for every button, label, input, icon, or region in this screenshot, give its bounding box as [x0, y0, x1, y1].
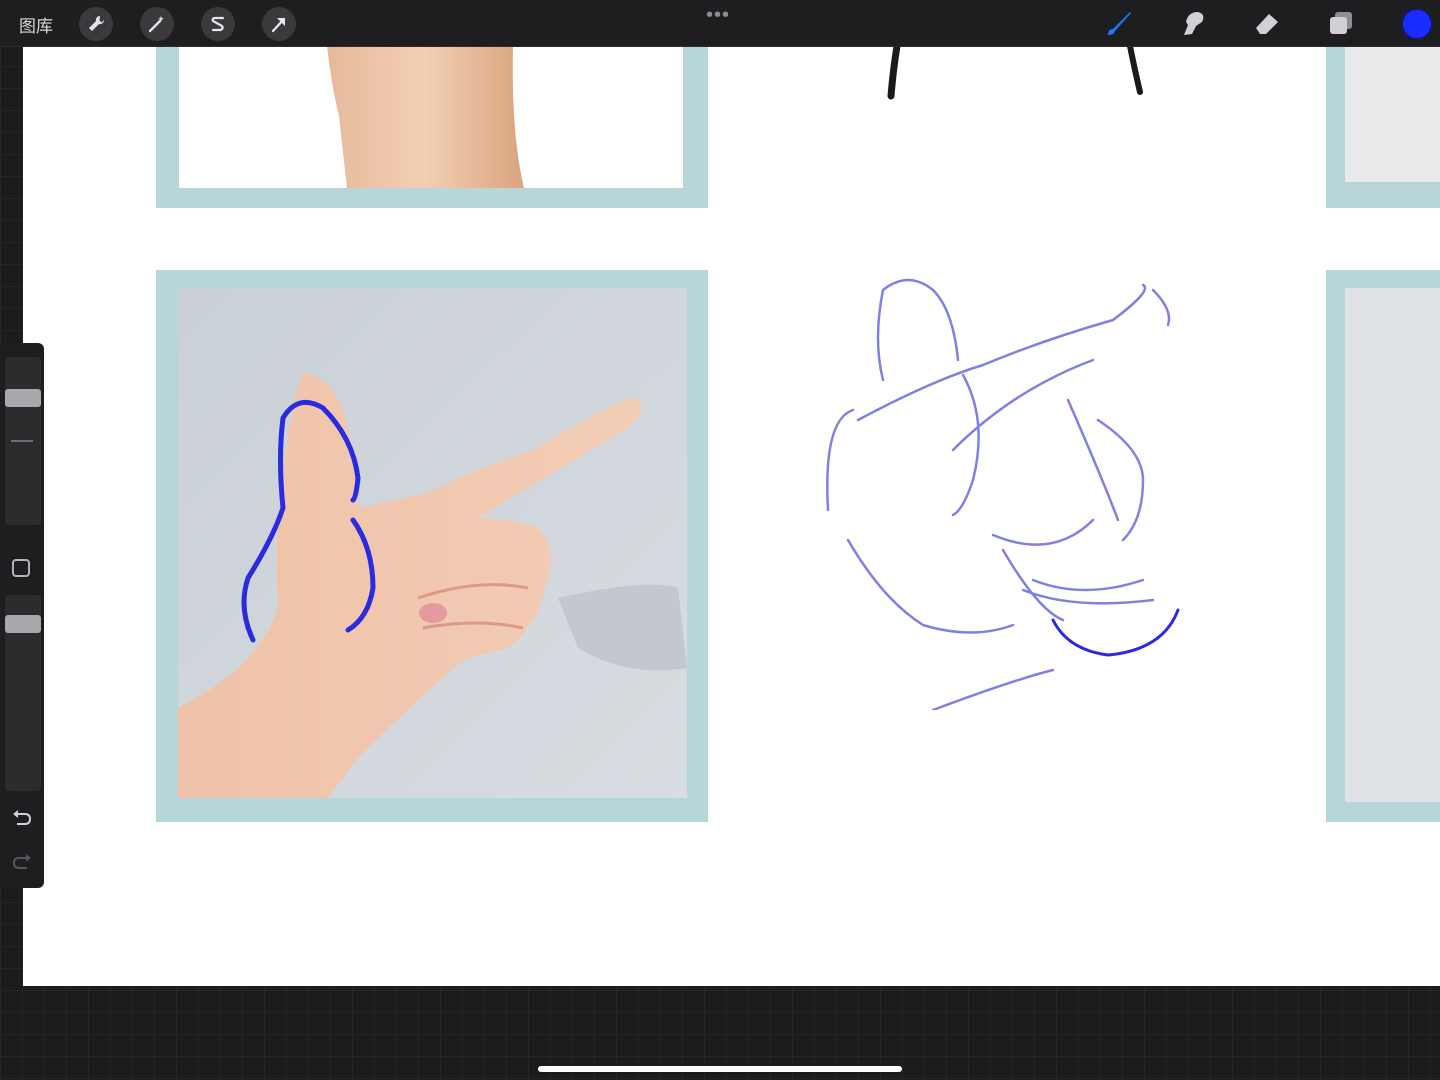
layers-icon[interactable]	[1326, 8, 1356, 38]
opacity-thumb[interactable]	[5, 615, 41, 633]
gallery-button[interactable]: 图库	[19, 12, 53, 37]
reference-frame-top-right	[1326, 46, 1440, 208]
magic-wand-icon[interactable]	[140, 7, 174, 41]
reference-frame-right	[1326, 270, 1440, 822]
modify-button[interactable]	[12, 559, 30, 577]
side-toolbar	[0, 343, 44, 888]
transform-arrow-icon[interactable]	[262, 7, 296, 41]
wrench-icon[interactable]	[79, 7, 113, 41]
reference-frame-hand	[156, 270, 708, 822]
top-toolbar: 图库 •••	[0, 0, 1440, 47]
selection-icon[interactable]	[201, 7, 235, 41]
eraser-icon[interactable]	[1252, 8, 1282, 38]
brush-icon[interactable]	[1104, 8, 1134, 38]
reference-frame-top	[156, 46, 708, 208]
more-options[interactable]: •••	[706, 4, 730, 27]
hand-sketch	[826, 278, 1180, 710]
redo-icon[interactable]	[11, 851, 33, 873]
slider-tick	[11, 440, 33, 442]
reference-photo-wrist	[179, 46, 683, 188]
color-picker-button[interactable]	[1402, 9, 1432, 39]
reference-photo-hand	[178, 288, 687, 798]
home-indicator[interactable]	[538, 1066, 902, 1072]
undo-icon[interactable]	[11, 807, 33, 829]
brush-size-thumb[interactable]	[5, 389, 41, 407]
smudge-icon[interactable]	[1178, 8, 1208, 38]
drawing-canvas[interactable]	[23, 46, 1440, 986]
sketch-strokes-top	[887, 46, 1143, 100]
